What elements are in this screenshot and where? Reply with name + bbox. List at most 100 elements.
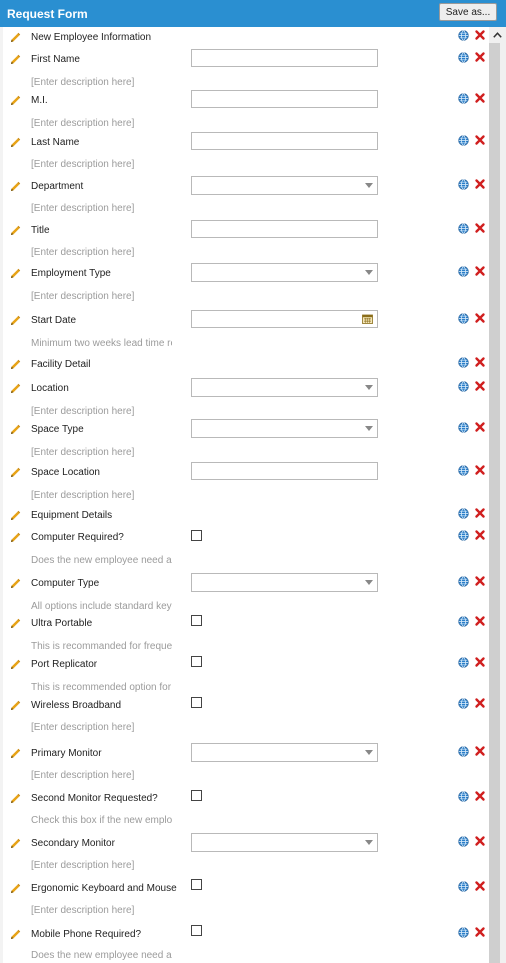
close-icon[interactable] — [474, 51, 486, 63]
pencil-icon[interactable] — [9, 137, 21, 149]
scroll-up-button[interactable] — [489, 27, 506, 43]
calendar-icon[interactable] — [362, 314, 373, 324]
globe-icon[interactable] — [458, 791, 469, 802]
close-icon[interactable] — [474, 312, 486, 324]
pencil-icon[interactable] — [9, 700, 21, 712]
pencil-icon[interactable] — [9, 54, 21, 66]
close-icon[interactable] — [474, 790, 486, 802]
globe-icon[interactable] — [458, 93, 469, 104]
close-icon[interactable] — [474, 615, 486, 627]
globe-icon[interactable] — [458, 465, 469, 476]
close-icon[interactable] — [474, 265, 486, 277]
pencil-icon[interactable] — [9, 748, 21, 760]
close-icon[interactable] — [474, 575, 486, 587]
port-replicator-checkbox[interactable] — [191, 656, 202, 667]
mi-input[interactable] — [191, 90, 378, 108]
close-icon[interactable] — [474, 529, 486, 541]
computer-required-checkbox[interactable] — [191, 530, 202, 541]
globe-icon[interactable] — [458, 381, 469, 392]
pencil-icon[interactable] — [9, 181, 21, 193]
start-date-input[interactable] — [191, 310, 378, 328]
save-as-button[interactable]: Save as... — [439, 3, 497, 21]
globe-icon[interactable] — [458, 179, 469, 190]
globe-icon[interactable] — [458, 266, 469, 277]
pencil-icon[interactable] — [9, 929, 21, 941]
pencil-icon[interactable] — [9, 532, 21, 544]
globe-icon[interactable] — [458, 422, 469, 433]
close-icon[interactable] — [474, 656, 486, 668]
globe-icon[interactable] — [458, 508, 469, 519]
close-icon[interactable] — [474, 222, 486, 234]
space-type-select[interactable] — [191, 419, 378, 438]
last-name-input[interactable] — [191, 132, 378, 150]
close-icon[interactable] — [474, 356, 486, 368]
second-monitor-checkbox[interactable] — [191, 790, 202, 801]
globe-icon[interactable] — [458, 313, 469, 324]
pencil-icon[interactable] — [9, 467, 21, 479]
pencil-icon[interactable] — [9, 424, 21, 436]
title-input[interactable] — [191, 220, 378, 238]
globe-icon[interactable] — [458, 657, 469, 668]
globe-icon[interactable] — [458, 746, 469, 757]
location-select[interactable] — [191, 378, 378, 397]
employment-type-select[interactable] — [191, 263, 378, 282]
pencil-icon[interactable] — [9, 268, 21, 280]
pencil-icon[interactable] — [9, 510, 21, 522]
globe-icon[interactable] — [458, 357, 469, 368]
mobile-phone-checkbox[interactable] — [191, 925, 202, 936]
close-icon[interactable] — [474, 745, 486, 757]
globe-icon[interactable] — [458, 52, 469, 63]
globe-icon[interactable] — [458, 927, 469, 938]
close-icon[interactable] — [474, 380, 486, 392]
primary-monitor-select[interactable] — [191, 743, 378, 762]
close-icon[interactable] — [474, 29, 486, 41]
computer-type-select[interactable] — [191, 573, 378, 592]
globe-icon[interactable] — [458, 616, 469, 627]
field-label: Secondary Monitor — [31, 838, 115, 849]
pencil-icon[interactable] — [9, 359, 21, 371]
department-select[interactable] — [191, 176, 378, 195]
globe-icon[interactable] — [458, 223, 469, 234]
pencil-icon[interactable] — [9, 32, 21, 44]
close-icon[interactable] — [474, 697, 486, 709]
field-description: [Enter description here] — [31, 291, 135, 302]
field-description: [Enter description here] — [31, 77, 135, 88]
pencil-icon[interactable] — [9, 95, 21, 107]
globe-icon[interactable] — [458, 530, 469, 541]
field-description: [Enter description here] — [31, 770, 135, 781]
pencil-icon[interactable] — [9, 383, 21, 395]
wireless-broadband-checkbox[interactable] — [191, 697, 202, 708]
close-icon[interactable] — [474, 880, 486, 892]
pencil-icon[interactable] — [9, 578, 21, 590]
field-description: Does the new employee need a c — [31, 555, 172, 566]
pencil-icon[interactable] — [9, 315, 21, 327]
close-icon[interactable] — [474, 464, 486, 476]
globe-icon[interactable] — [458, 576, 469, 587]
close-icon[interactable] — [474, 507, 486, 519]
section-equipment-details: Equipment Details — [0, 506, 489, 526]
close-icon[interactable] — [474, 835, 486, 847]
scrollbar-thumb[interactable] — [489, 43, 500, 963]
pencil-icon[interactable] — [9, 838, 21, 850]
pencil-icon[interactable] — [9, 659, 21, 671]
pencil-icon[interactable] — [9, 618, 21, 630]
field-label: Wireless Broadband — [31, 700, 122, 711]
pencil-icon[interactable] — [9, 793, 21, 805]
first-name-input[interactable] — [191, 49, 378, 67]
globe-icon[interactable] — [458, 30, 469, 41]
pencil-icon[interactable] — [9, 225, 21, 237]
globe-icon[interactable] — [458, 698, 469, 709]
globe-icon[interactable] — [458, 881, 469, 892]
close-icon[interactable] — [474, 92, 486, 104]
close-icon[interactable] — [474, 421, 486, 433]
secondary-monitor-select[interactable] — [191, 833, 378, 852]
ergonomic-checkbox[interactable] — [191, 879, 202, 890]
close-icon[interactable] — [474, 926, 486, 938]
space-location-input[interactable] — [191, 462, 378, 480]
pencil-icon[interactable] — [9, 883, 21, 895]
ultra-portable-checkbox[interactable] — [191, 615, 202, 626]
close-icon[interactable] — [474, 178, 486, 190]
globe-icon[interactable] — [458, 135, 469, 146]
close-icon[interactable] — [474, 134, 486, 146]
globe-icon[interactable] — [458, 836, 469, 847]
